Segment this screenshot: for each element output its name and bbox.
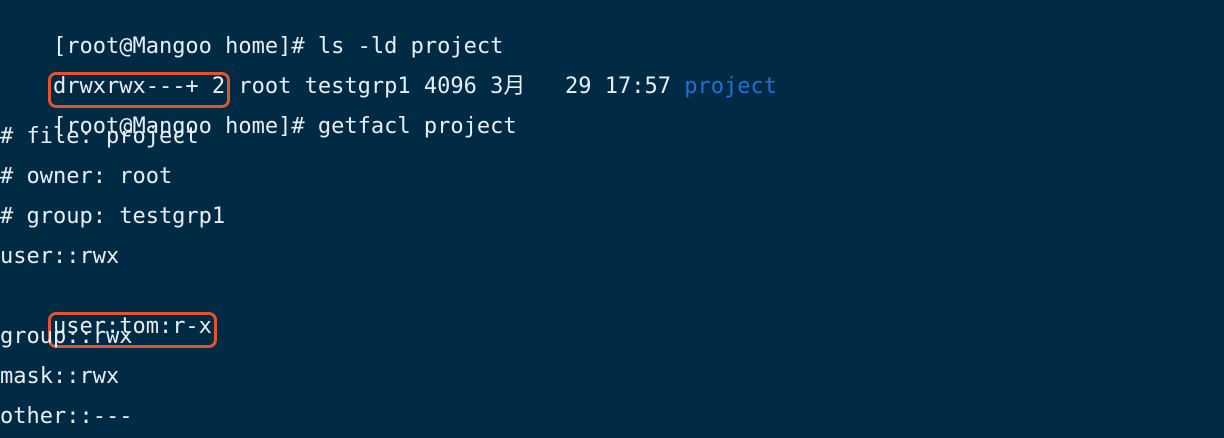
acl-file-line: # file: project <box>0 124 199 149</box>
acl-user-entry: user::rwx <box>0 244 120 269</box>
terminal-line-getfacl-command: [root@Mangoo home]# getfacl project <box>0 82 1224 139</box>
acl-owner-line: # owner: root <box>0 164 173 189</box>
terminal-line-tom-acl: user:tom:r-x <box>0 282 1224 348</box>
acl-group-entry: group::rwx <box>0 324 133 349</box>
terminal-window[interactable]: [root@Mangoo home]# ls -ld project drwxr… <box>0 0 1224 438</box>
terminal-line-ls-output: drwxrwx---+ 2 root testgrp1 4096 3月 29 1… <box>0 42 1224 108</box>
acl-mask-entry: mask::rwx <box>0 364 120 389</box>
acl-other-entry: other::--- <box>0 404 133 429</box>
terminal-line-ls-command: [root@Mangoo home]# ls -ld project <box>0 2 1224 59</box>
acl-group-line: # group: testgrp1 <box>0 204 226 229</box>
